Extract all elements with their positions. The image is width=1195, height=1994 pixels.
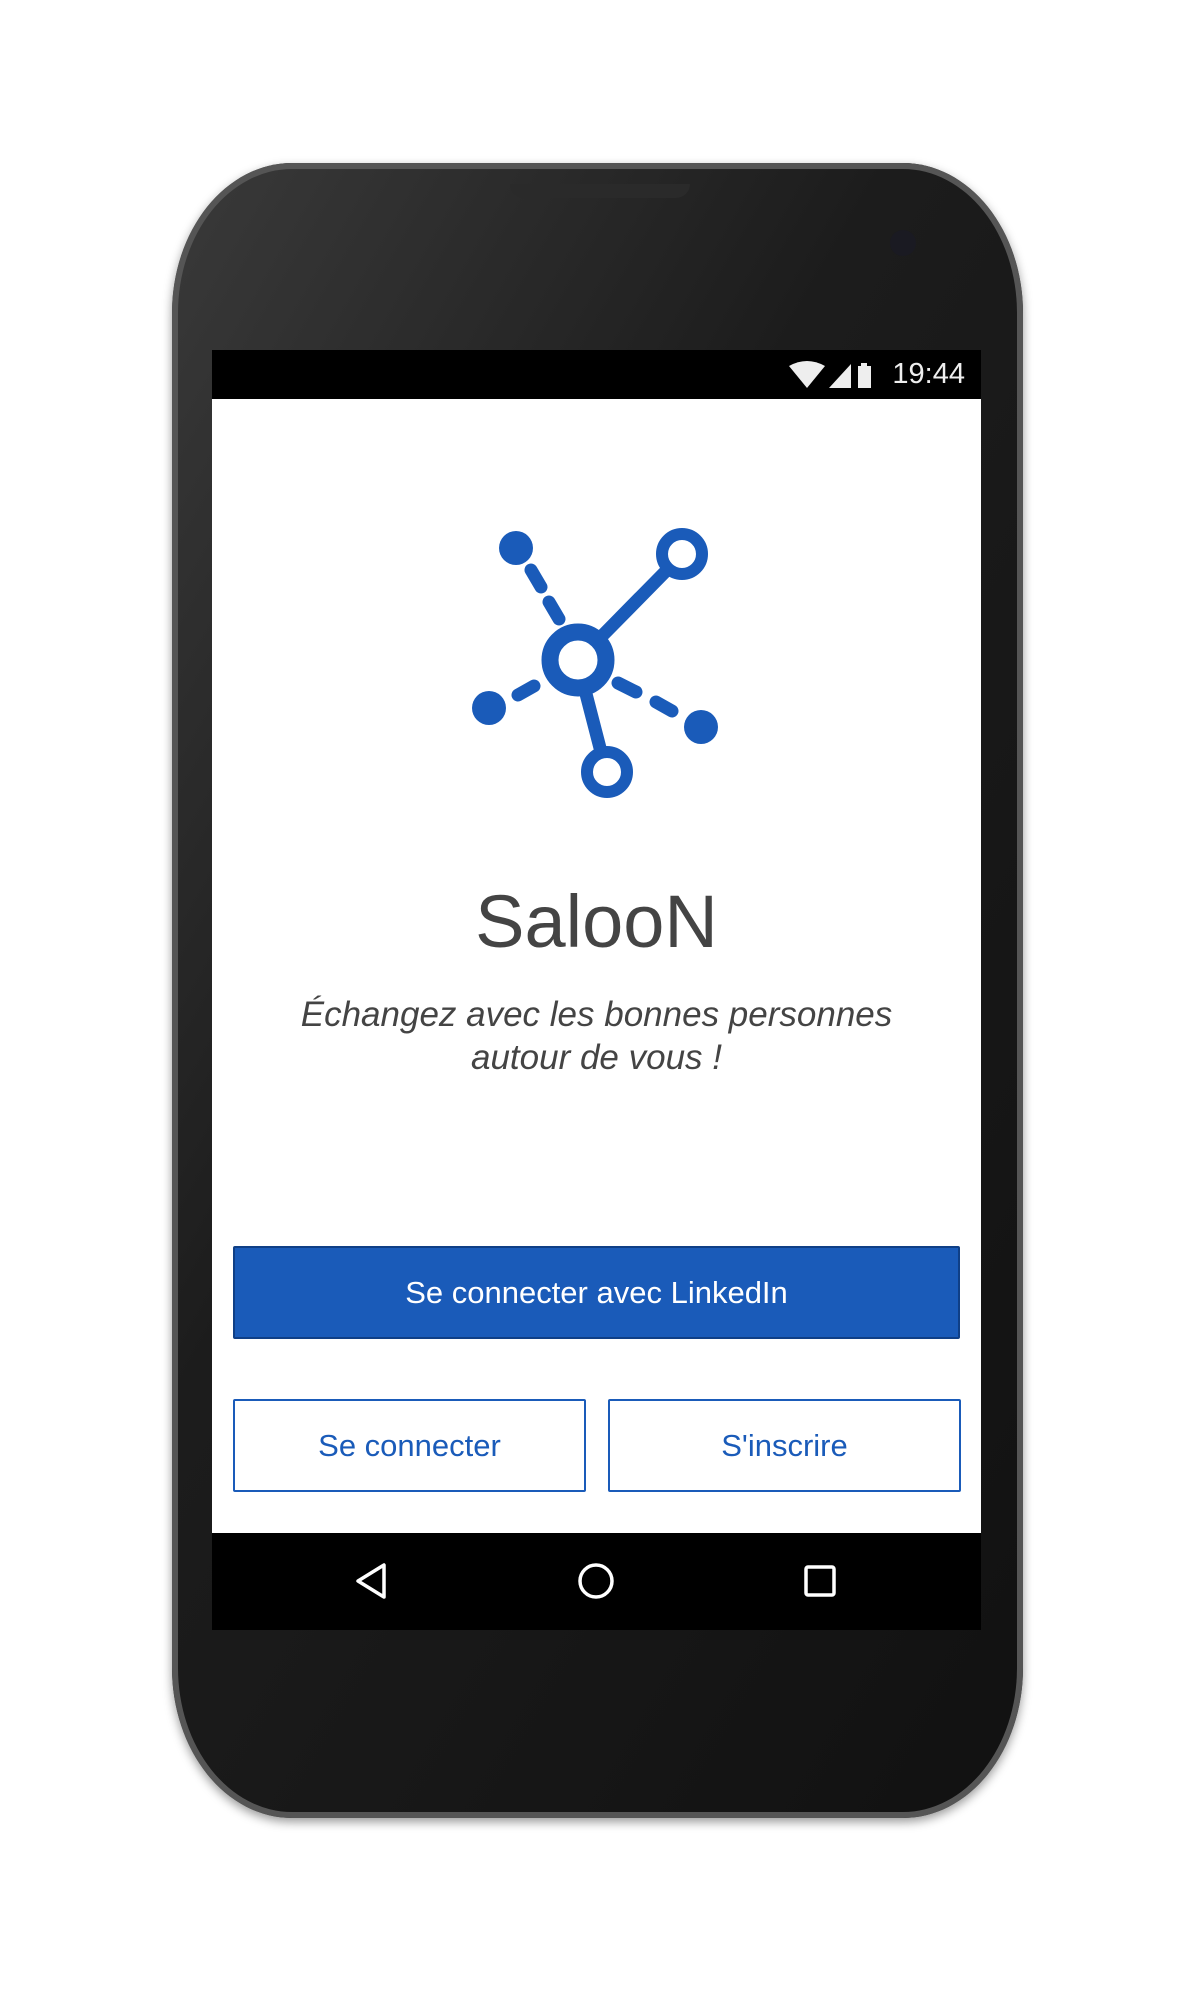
back-button[interactable] bbox=[347, 1556, 397, 1606]
navigation-bar bbox=[212, 1533, 981, 1630]
tagline-line-2: autour de vous ! bbox=[471, 1038, 722, 1077]
recents-button[interactable] bbox=[795, 1556, 845, 1606]
app-tagline: Échangez avec les bonnes personnes autou… bbox=[212, 993, 981, 1079]
status-time: 19:44 bbox=[892, 358, 965, 390]
back-icon bbox=[356, 1563, 386, 1599]
app-logo-network-icon bbox=[472, 528, 718, 798]
login-button[interactable]: Se connecter bbox=[233, 1399, 586, 1492]
signal-icon bbox=[829, 364, 851, 388]
phone-camera bbox=[890, 230, 916, 256]
status-bar: 19:44 bbox=[212, 350, 981, 399]
battery-icon bbox=[858, 363, 871, 388]
linkedin-login-button[interactable]: Se connecter avec LinkedIn bbox=[233, 1246, 960, 1339]
welcome-screen: SalooN Échangez avec les bonnes personne… bbox=[212, 399, 981, 1533]
tagline-line-1: Échangez avec les bonnes personnes bbox=[300, 995, 893, 1034]
wifi-icon bbox=[789, 361, 825, 388]
home-button[interactable] bbox=[571, 1556, 621, 1606]
home-icon bbox=[578, 1563, 614, 1599]
recents-icon bbox=[804, 1565, 836, 1597]
signup-button[interactable]: S'inscrire bbox=[608, 1399, 961, 1492]
status-icons bbox=[789, 361, 871, 388]
phone-speaker bbox=[510, 184, 690, 198]
app-title: SalooN bbox=[475, 880, 718, 963]
screen: 19:44 SalooN Échangez avec les bonnes pe… bbox=[212, 350, 981, 1630]
